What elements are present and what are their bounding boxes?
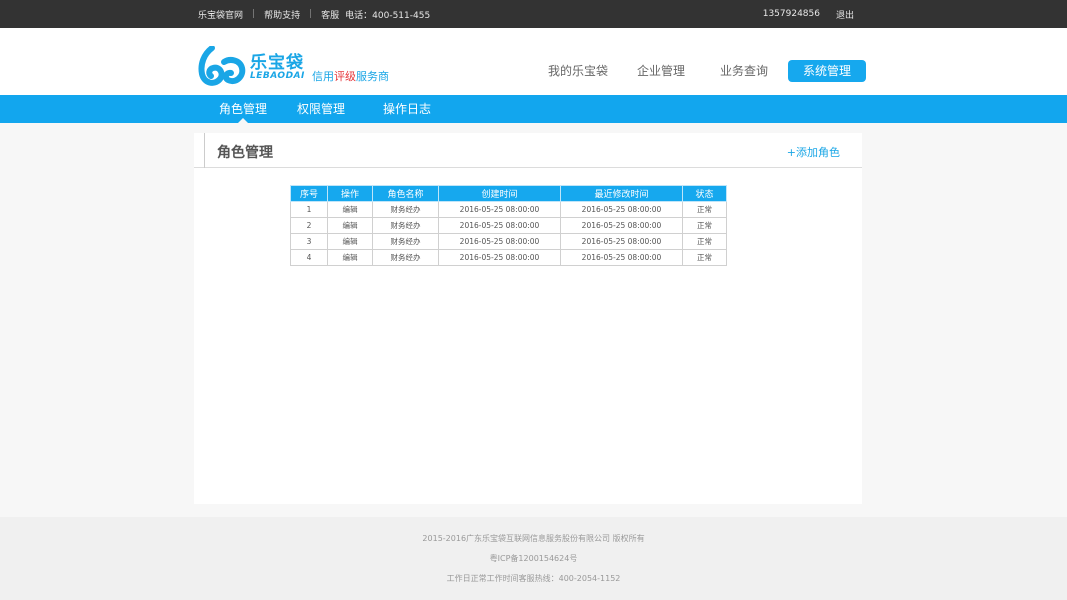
modified-time: 2016-05-25 08:00:00: [560, 249, 683, 266]
footer: 2015-2016广东乐宝袋互联网信息服务股份有限公司 版权所有 粤ICP备12…: [0, 517, 1067, 600]
modified-time: 2016-05-25 08:00:00: [560, 217, 683, 234]
nav-system-management[interactable]: 系统管理: [788, 60, 866, 82]
help-support-link[interactable]: 帮助支持: [264, 8, 300, 21]
status: 正常: [682, 201, 727, 218]
table-row: 2 编辑 财务经办 2016-05-25 08:00:00 2016-05-25…: [290, 217, 727, 234]
role-name: 财务经办: [372, 201, 439, 218]
edit-link[interactable]: 编辑: [327, 249, 373, 266]
nav-my-lebaodai[interactable]: 我的乐宝袋: [548, 60, 608, 82]
footer-icp: 粤ICP备1200154624号: [489, 554, 578, 563]
column-header: 最近修改时间: [560, 185, 683, 202]
row-index: 3: [290, 233, 328, 250]
table-row: 3 编辑 财务经办 2016-05-25 08:00:00 2016-05-25…: [290, 233, 727, 250]
modified-time: 2016-05-25 08:00:00: [560, 233, 683, 250]
nav-business-query[interactable]: 业务查询: [720, 60, 768, 82]
column-header: 序号: [290, 185, 328, 202]
row-index: 1: [290, 201, 328, 218]
status: 正常: [682, 217, 727, 234]
active-tab-indicator: [238, 118, 248, 123]
footer-copyright: 2015-2016广东乐宝袋互联网信息服务股份有限公司 版权所有: [422, 534, 645, 543]
nav-enterprise-management[interactable]: 企业管理: [637, 60, 685, 82]
row-index: 2: [290, 217, 328, 234]
column-header: 创建时间: [438, 185, 561, 202]
account-number: 1357924856: [762, 9, 820, 19]
main-nav: 我的乐宝袋 企业管理 业务查询 系统管理: [0, 60, 1067, 82]
panel-header: 角色管理 +添加角色: [194, 133, 862, 168]
role-name: 财务经办: [372, 233, 439, 250]
content-panel: 角色管理 +添加角色 序号 操作 角色名称 创建时间 最近修改时间 状态 1 编…: [194, 133, 862, 504]
logout-link[interactable]: 退出: [836, 8, 854, 21]
column-header: 角色名称: [372, 185, 439, 202]
page-title: 角色管理: [217, 145, 273, 161]
customer-service-label: 客服: [321, 10, 340, 21]
add-role-button[interactable]: +添加角色: [787, 144, 840, 160]
divider: |: [309, 9, 313, 19]
created-time: 2016-05-25 08:00:00: [438, 201, 561, 218]
row-index: 4: [290, 249, 328, 266]
sub-nav: 角色管理 权限管理 操作日志: [0, 95, 1067, 123]
column-header: 状态: [682, 185, 727, 202]
tab-permission-management[interactable]: 权限管理: [297, 95, 345, 123]
panel-header-decoration: [204, 133, 212, 168]
edit-link[interactable]: 编辑: [327, 233, 373, 250]
phone-number: 电话：400-511-455: [345, 10, 431, 21]
divider: |: [252, 9, 256, 19]
status: 正常: [682, 233, 727, 250]
role-name: 财务经办: [372, 249, 439, 266]
footer-hotline: 工作日正常工作时间客服热线：400-2054-1152: [446, 574, 621, 583]
created-time: 2016-05-25 08:00:00: [438, 233, 561, 250]
edit-link[interactable]: 编辑: [327, 201, 373, 218]
role-name: 财务经办: [372, 217, 439, 234]
modified-time: 2016-05-25 08:00:00: [560, 201, 683, 218]
created-time: 2016-05-25 08:00:00: [438, 217, 561, 234]
table-header-row: 序号 操作 角色名称 创建时间 最近修改时间 状态: [290, 185, 727, 202]
table-row: 4 编辑 财务经办 2016-05-25 08:00:00 2016-05-25…: [290, 249, 727, 266]
header: 乐宝袋 LEBAODAI 信用评级服务商 我的乐宝袋 企业管理 业务查询 系统管…: [0, 28, 1067, 95]
official-site-link[interactable]: 乐宝袋官网: [198, 8, 243, 21]
column-header: 操作: [327, 185, 373, 202]
edit-link[interactable]: 编辑: [327, 217, 373, 234]
roles-table: 序号 操作 角色名称 创建时间 最近修改时间 状态 1 编辑 财务经办 2016…: [290, 185, 727, 266]
top-bar: 乐宝袋官网 | 帮助支持 | 客服 电话：400-511-455 1357924…: [0, 0, 1067, 28]
status: 正常: [682, 249, 727, 266]
tab-operation-log[interactable]: 操作日志: [383, 95, 431, 123]
created-time: 2016-05-25 08:00:00: [438, 249, 561, 266]
table-row: 1 编辑 财务经办 2016-05-25 08:00:00 2016-05-25…: [290, 201, 727, 218]
